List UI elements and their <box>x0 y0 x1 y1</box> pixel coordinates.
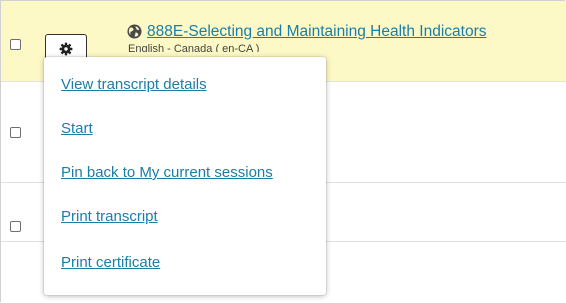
gear-icon <box>59 42 73 56</box>
actions-dropdown-menu: View transcript details Start Pin back t… <box>44 57 326 295</box>
globe-icon <box>127 24 142 39</box>
menu-item-print-transcript[interactable]: Print transcript <box>61 208 313 226</box>
menu-item-print-certificate[interactable]: Print certificate <box>61 254 313 272</box>
row-select-checkbox[interactable] <box>10 39 21 50</box>
course-title-link[interactable]: 888E-Selecting and Maintaining Health In… <box>147 23 487 41</box>
menu-item-view-transcript-details[interactable]: View transcript details <box>61 76 313 94</box>
row-select-checkbox[interactable] <box>10 221 21 232</box>
course-language: English - Canada ( en-CA ) <box>128 43 260 52</box>
menu-item-start[interactable]: Start <box>61 120 313 138</box>
row-select-checkbox[interactable] <box>10 127 21 138</box>
menu-item-pin-back[interactable]: Pin back to My current sessions <box>61 164 313 182</box>
